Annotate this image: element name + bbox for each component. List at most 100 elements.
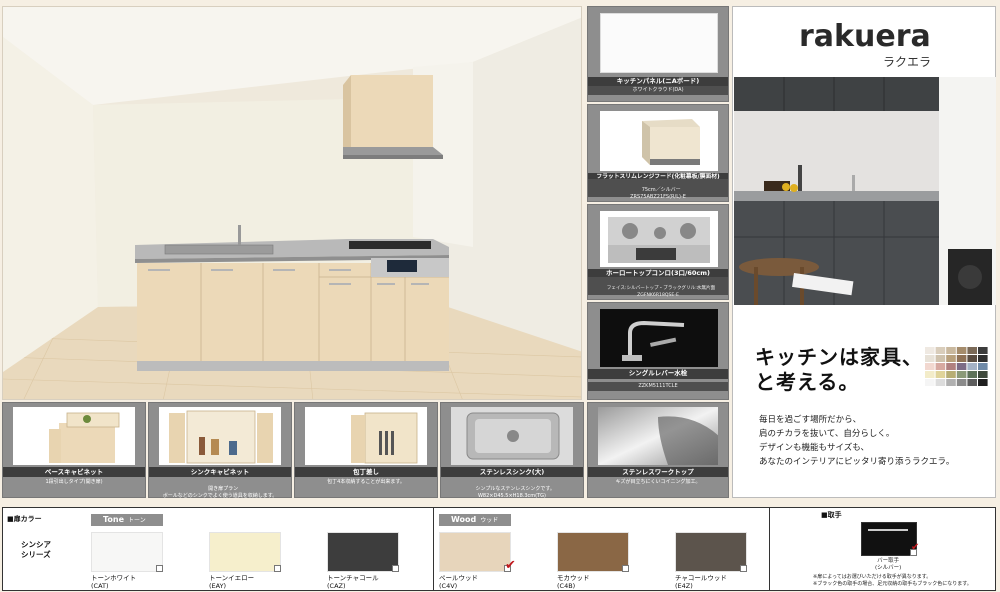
worktop-photo — [598, 407, 718, 465]
feature-sink-cabinet[interactable]: シンクキャビネット 開き扉プラン ボールなどのシンクでよく使う道具を収納します。 — [148, 402, 292, 499]
swatch-tile — [978, 355, 988, 362]
sink-cabinet-photo — [159, 407, 281, 465]
feature-title: ステンレスシンク(大) — [441, 467, 583, 477]
swatch-tile — [978, 379, 988, 386]
knife-holder-photo — [305, 407, 427, 465]
swatch-tile — [946, 355, 956, 362]
swatch-tile — [967, 347, 977, 354]
kitchen-panel-photo — [600, 13, 718, 73]
feature-title: 包丁差し — [295, 467, 437, 477]
option-caption: シングルレバー水栓 — [628, 369, 688, 377]
feature-desc: キズが目立ちにくいコイニング加工。 — [615, 479, 701, 485]
swatch-tile — [946, 347, 956, 354]
swatch-tile — [925, 379, 935, 386]
option-faucet[interactable]: シングルレバー水栓 ZZKM5111TCLE — [587, 302, 729, 400]
option-kitchen-panel[interactable]: キッチンパネル(ニAボード) ホワイトクラウド(DA) — [587, 6, 729, 102]
swatch-tile — [935, 347, 946, 354]
door-color-label: ■扉カラー — [7, 515, 42, 523]
color-name: モカウッド — [557, 574, 590, 582]
option-range-hood[interactable]: フラットスリムレンジフード(化粧幕板/膜面材) 75cm／シルバー ZRS75A… — [587, 104, 729, 202]
color-chip-mocha-wood[interactable] — [557, 532, 629, 572]
color-chip-tone-charcoal[interactable] — [327, 532, 399, 572]
kitchen-render-image — [2, 6, 582, 400]
color-code: (CAZ) — [327, 582, 346, 590]
swatch-tile — [978, 363, 988, 370]
feature-title: ステンレスワークトップ — [588, 467, 728, 477]
cooktop-photo — [600, 211, 718, 267]
feature-desc: 包丁4本収納することが出来ます。 — [327, 479, 405, 485]
color-code: (E4Z) — [675, 582, 693, 590]
handle-label: ■取手 — [821, 511, 842, 519]
feature-title: ベースキャビネット — [3, 467, 145, 477]
swatch-tile — [956, 371, 967, 378]
color-chip-tone-white[interactable] — [91, 532, 163, 572]
color-code: (C4B) — [557, 582, 576, 590]
swatch-tile — [956, 363, 967, 370]
checkbox-icon[interactable] — [392, 565, 399, 572]
swatch-tile — [935, 363, 946, 370]
feature-title: シンクキャビネット — [149, 467, 291, 477]
color-name: トーンイエロー — [209, 574, 255, 582]
color-chip-tone-yellow[interactable] — [209, 532, 281, 572]
swatch-tile — [956, 355, 967, 362]
option-caption: キッチンパネル(ニAボード) — [616, 77, 700, 85]
feature-base-cabinet[interactable]: ベースキャビネット 1段引出しタイプ(開き扉) — [2, 402, 146, 498]
brand-logo: rakuera — [799, 19, 931, 54]
swatch-tile — [978, 347, 988, 354]
brand-logo-kana: ラクエラ — [883, 55, 932, 69]
swatch-tile — [935, 371, 946, 378]
brand-panel: rakuera ラクエラ キッチンは家具、 と考える。 毎日を過ごす場所だから、… — [732, 6, 996, 498]
option-note: 75cm／シルバー ZRS75ABZ21FS(R/L)-E — [588, 179, 728, 200]
color-code: (CAT) — [91, 582, 109, 590]
brand-body-copy: 毎日を過ごす場所だから、 肩のチカラを抜いて、自分らしく。 デザインも機能もサイ… — [759, 415, 955, 467]
option-worktop[interactable]: ステンレスワークトップ キズが目立ちにくいコイニング加工。 — [587, 402, 729, 498]
selected-check-icon: ✔ — [911, 542, 920, 553]
color-name: トーンチャコール — [327, 574, 379, 582]
swatch-tile — [946, 371, 956, 378]
feature-stainless-sink[interactable]: ステンレスシンク(大) シンプルなステンレスシンクです。 W82×D45.5×H… — [440, 402, 584, 499]
color-name: ペールウッド — [439, 574, 478, 582]
stainless-sink-photo — [451, 407, 573, 465]
color-code: (EAY) — [209, 582, 227, 590]
tone-group-label: Tone トーン — [91, 514, 163, 526]
series-label: シンシア シリーズ — [21, 540, 51, 559]
brand-headline: キッチンは家具、 と考える。 — [755, 345, 923, 394]
handle-note: ※扉によってはお選びいただける取手が異なります。 ※ブラック色の取手の場合、足元… — [813, 574, 972, 587]
swatch-tile — [978, 371, 988, 378]
feature-desc: 1段引出しタイプ(開き扉) — [45, 479, 103, 485]
range-hood-photo — [600, 111, 718, 171]
color-chip-charcoal-wood[interactable] — [675, 532, 747, 572]
swatch-tile — [925, 347, 935, 354]
swatch-tile — [935, 355, 946, 362]
option-note: ホワイトクラウド(DA) — [588, 86, 728, 95]
faucet-photo — [600, 309, 718, 367]
door-color-selector: ■扉カラー シンシア シリーズ Tone トーン トーンホワイト (CAT) トー… — [2, 507, 996, 591]
handle-bar-swatch[interactable] — [861, 522, 917, 556]
checkbox-icon[interactable] — [740, 565, 747, 572]
swatch-tile — [935, 379, 946, 386]
feature-knife-holder[interactable]: 包丁差し 包丁4本収納することが出来ます。 — [294, 402, 438, 498]
color-swatch-grid — [925, 347, 989, 387]
checkbox-icon[interactable] — [274, 565, 281, 572]
swatch-tile — [925, 355, 935, 362]
feature-desc: シンプルなステンレスシンクです。 W82×D45.5×H18.3cm(TG) — [475, 486, 555, 499]
swatch-tile — [967, 363, 977, 370]
feature-desc: 開き扉プラン ボールなどのシンクでよく使う道具を収納します。 — [162, 486, 278, 499]
swatch-tile — [967, 371, 977, 378]
swatch-tile — [967, 355, 977, 362]
swatch-tile — [967, 379, 977, 386]
handle-name: バー取手 (シルバー) — [875, 558, 902, 571]
color-name: トーンホワイト — [91, 574, 137, 582]
option-cooktop[interactable]: ホーロートップコンロ(3口/60cm) フェイス:シルバートップ・ブラックグリル… — [587, 204, 729, 300]
swatch-tile — [946, 379, 956, 386]
swatch-tile — [925, 371, 935, 378]
swatch-tile — [956, 347, 967, 354]
option-note: フェイス:シルバートップ・ブラックグリル:水無片面 ZGFNK6R18QSE-E — [588, 277, 728, 298]
color-chip-pale-wood[interactable] — [439, 532, 511, 572]
checkbox-icon[interactable] — [156, 565, 163, 572]
wood-group-label: Wood ウッド — [439, 514, 511, 526]
option-note: ZZKM5111TCLE — [588, 382, 728, 391]
swatch-tile — [956, 379, 967, 386]
checkbox-icon[interactable] — [622, 565, 629, 572]
selected-check-icon: ✔ — [505, 558, 516, 573]
